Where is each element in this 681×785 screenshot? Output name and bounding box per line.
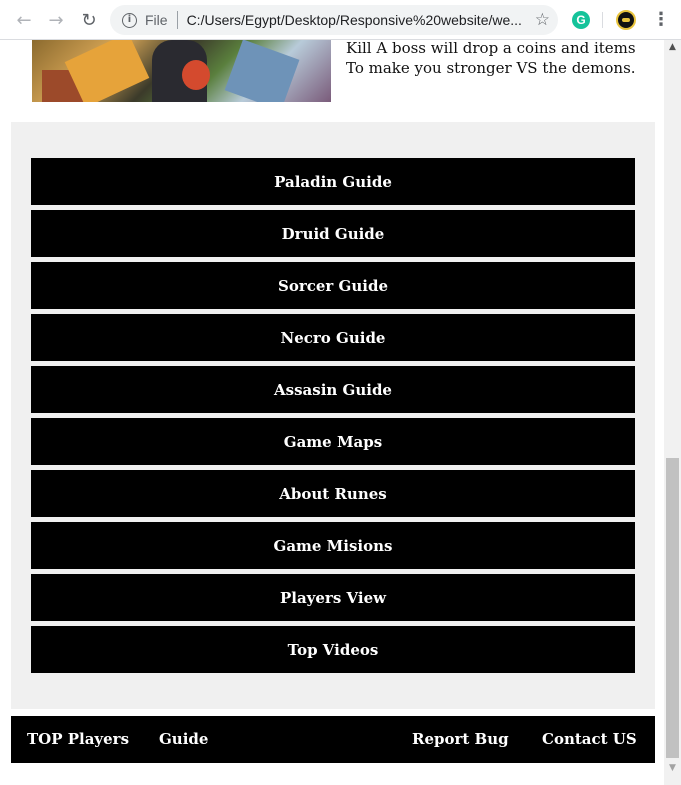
menu-item-players-view[interactable]: Players View	[31, 574, 635, 621]
footer-link-guide[interactable]: Guide	[159, 716, 208, 763]
menu-item-game-misions[interactable]: Game Misions	[31, 522, 635, 569]
menu-item-paladin-guide[interactable]: Paladin Guide	[31, 158, 635, 205]
browser-toolbar: ← → ↻ i File C:/Users/Egypt/Desktop/Resp…	[0, 0, 681, 40]
footer-link-contact-us[interactable]: Contact US	[542, 716, 637, 763]
menu-item-top-videos[interactable]: Top Videos	[31, 626, 635, 673]
omnibox-divider	[176, 11, 178, 29]
boss-artwork-image	[32, 40, 331, 102]
profile-avatar-icon[interactable]	[616, 10, 636, 30]
guide-menu-section: Paladin Guide Druid Guide Sorcer Guide N…	[11, 122, 655, 709]
hero-description: Kill A boss will drop a coins and items …	[346, 38, 656, 78]
menu-item-sorcer-guide[interactable]: Sorcer Guide	[31, 262, 635, 309]
info-icon[interactable]: i	[122, 12, 137, 28]
page-viewport: Kill A boss will drop a coins and items …	[0, 38, 664, 785]
menu-item-game-maps[interactable]: Game Maps	[31, 418, 635, 465]
url-text[interactable]: C:/Users/Egypt/Desktop/Responsive%20webs…	[187, 12, 522, 28]
vertical-scrollbar[interactable]: ▲ ▼	[664, 40, 681, 785]
forward-arrow-icon[interactable]: →	[44, 8, 68, 32]
footer-nav: TOP Players Guide Report Bug Contact US	[11, 716, 655, 763]
reload-icon[interactable]: ↻	[77, 8, 101, 32]
footer-link-top-players[interactable]: TOP Players	[27, 716, 129, 763]
menu-item-necro-guide[interactable]: Necro Guide	[31, 314, 635, 361]
toolbar-divider	[602, 12, 603, 28]
back-arrow-icon[interactable]: ←	[12, 8, 36, 32]
address-bar[interactable]: i File C:/Users/Egypt/Desktop/Responsive…	[110, 5, 558, 35]
scheme-label: File	[145, 12, 168, 28]
more-menu-icon[interactable]: ⋮	[652, 9, 670, 31]
menu-item-about-runes[interactable]: About Runes	[31, 470, 635, 517]
menu-item-assasin-guide[interactable]: Assasin Guide	[31, 366, 635, 413]
footer-link-report-bug[interactable]: Report Bug	[412, 716, 509, 763]
grammarly-extension-icon[interactable]: G	[572, 11, 590, 29]
menu-item-druid-guide[interactable]: Druid Guide	[31, 210, 635, 257]
scroll-up-arrow-icon[interactable]: ▲	[664, 42, 681, 56]
scrollbar-thumb[interactable]	[666, 458, 679, 758]
bookmark-star-icon[interactable]: ☆	[535, 10, 550, 30]
scroll-down-arrow-icon[interactable]: ▼	[664, 763, 681, 777]
hero-line-1: Kill A boss will drop a coins and items	[346, 39, 636, 57]
hero-line-2: To make you stronger VS the demons.	[346, 59, 636, 77]
